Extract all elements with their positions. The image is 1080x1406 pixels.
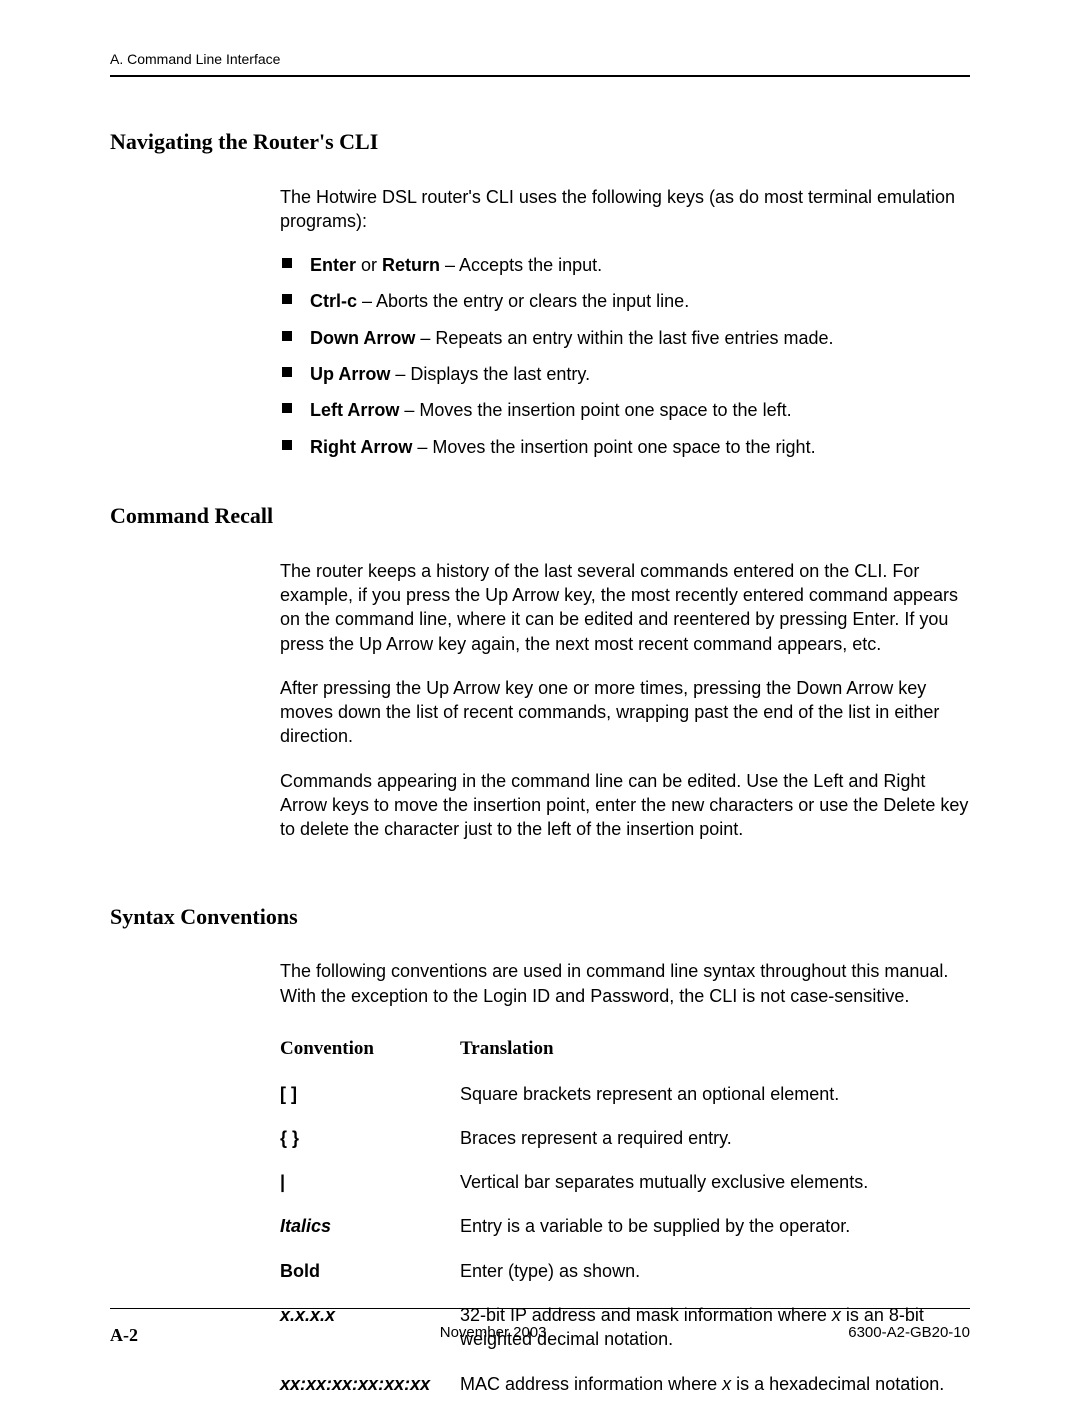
table-row: Bold Enter (type) as shown.: [280, 1249, 970, 1293]
key-desc: – Displays the last entry.: [390, 364, 590, 384]
section2-body: The router keeps a history of the last s…: [280, 559, 970, 842]
key-name-b: Return: [382, 255, 440, 275]
section-title-navigating: Navigating the Router's CLI: [110, 127, 970, 157]
key-name: Enter: [310, 255, 356, 275]
key-desc: – Moves the insertion point one space to…: [412, 437, 815, 457]
section-title-command-recall: Command Recall: [110, 501, 970, 531]
footer: A-2 November 2003 6300-A2-GB20-10: [110, 1308, 970, 1347]
conv-cell: { }: [280, 1116, 460, 1160]
trans-cell: MAC address information where x is a hex…: [460, 1362, 970, 1406]
trans-var: x: [722, 1374, 731, 1394]
key-name: Up Arrow: [310, 364, 390, 384]
trans-cell: Entry is a variable to be supplied by th…: [460, 1204, 970, 1248]
conv-cell-italics: Italics: [280, 1204, 460, 1248]
header-rule: [110, 75, 970, 77]
key-item: Right Arrow – Moves the insertion point …: [280, 435, 970, 459]
conv-cell-bold: Bold: [280, 1249, 460, 1293]
key-name: Down Arrow: [310, 328, 415, 348]
key-desc: – Aborts the entry or clears the input l…: [357, 291, 689, 311]
table-head-row: Convention Translation: [280, 1028, 970, 1072]
key-desc: – Accepts the input.: [440, 255, 602, 275]
key-item: Down Arrow – Repeats an entry within the…: [280, 326, 970, 350]
page: A. Command Line Interface Navigating the…: [0, 0, 1080, 1397]
th-translation: Translation: [460, 1028, 970, 1072]
key-name: Ctrl-c: [310, 291, 357, 311]
section2-p1: The router keeps a history of the last s…: [280, 559, 970, 656]
section2-p2: After pressing the Up Arrow key one or m…: [280, 676, 970, 749]
key-name: Right Arrow: [310, 437, 412, 457]
footer-date: November 2003: [440, 1323, 547, 1347]
key-item: Up Arrow – Displays the last entry.: [280, 362, 970, 386]
running-header: A. Command Line Interface: [110, 50, 970, 69]
trans-post: is a hexadecimal notation.: [731, 1374, 944, 1394]
conv-cell-mac: xx:xx:xx:xx:xx:xx: [280, 1362, 460, 1406]
table-row: Italics Entry is a variable to be suppli…: [280, 1204, 970, 1248]
footer-doc-id: 6300-A2-GB20-10: [848, 1323, 970, 1347]
key-desc: – Moves the insertion point one space to…: [399, 400, 791, 420]
section1-intro: The Hotwire DSL router's CLI uses the fo…: [280, 185, 970, 234]
section-title-syntax: Syntax Conventions: [110, 902, 970, 932]
table-row: { } Braces represent a required entry.: [280, 1116, 970, 1160]
key-name: Left Arrow: [310, 400, 399, 420]
trans-pre: MAC address information where: [460, 1374, 722, 1394]
section2-p3: Commands appearing in the command line c…: [280, 769, 970, 842]
key-desc: – Repeats an entry within the last five …: [415, 328, 833, 348]
section3-intro: The following conventions are used in co…: [280, 959, 970, 1008]
trans-cell: Square brackets represent an optional el…: [460, 1072, 970, 1116]
trans-cell: Enter (type) as shown.: [460, 1249, 970, 1293]
conv-cell: [ ]: [280, 1072, 460, 1116]
key-list: Enter or Return – Accepts the input. Ctr…: [280, 253, 970, 459]
key-item: Enter or Return – Accepts the input.: [280, 253, 970, 277]
key-item: Ctrl-c – Aborts the entry or clears the …: [280, 289, 970, 313]
table-row: | Vertical bar separates mutually exclus…: [280, 1160, 970, 1204]
trans-cell: Vertical bar separates mutually exclusiv…: [460, 1160, 970, 1204]
key-or: or: [356, 255, 382, 275]
key-item: Left Arrow – Moves the insertion point o…: [280, 398, 970, 422]
conventions-table: Convention Translation [ ] Square bracke…: [280, 1028, 970, 1406]
trans-cell: Braces represent a required entry.: [460, 1116, 970, 1160]
footer-page-number: A-2: [110, 1323, 138, 1347]
th-convention: Convention: [280, 1028, 460, 1072]
section1-body: The Hotwire DSL router's CLI uses the fo…: [280, 185, 970, 459]
conv-cell: |: [280, 1160, 460, 1204]
table-row: xx:xx:xx:xx:xx:xx MAC address informatio…: [280, 1362, 970, 1406]
table-row: [ ] Square brackets represent an optiona…: [280, 1072, 970, 1116]
